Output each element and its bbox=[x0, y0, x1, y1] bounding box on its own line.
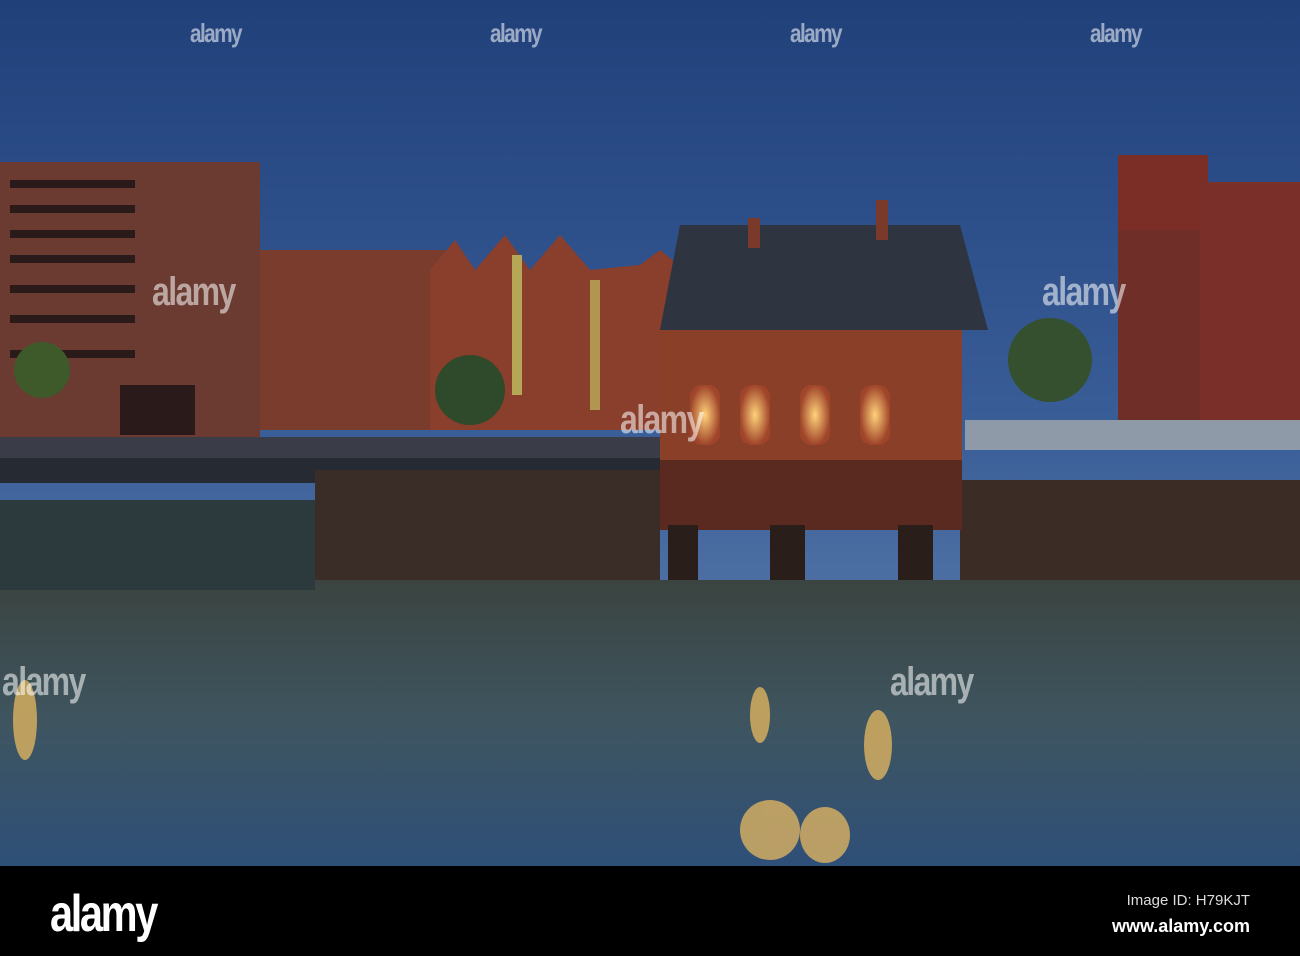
canal-water bbox=[0, 580, 1300, 866]
image-id: Image ID: H79KJT bbox=[1126, 892, 1250, 909]
watermark-text: alamy bbox=[2, 660, 86, 704]
watermark-text: alamy bbox=[890, 660, 974, 704]
footer-bar: alamy Image ID: H79KJT www.alamy.com bbox=[0, 866, 1300, 956]
warehouse-building bbox=[260, 250, 445, 430]
watermark-text: alamy bbox=[152, 270, 236, 314]
street bbox=[965, 420, 1300, 450]
stock-photo-page: alamy alamy alamy alamy alamy alamy alam… bbox=[0, 0, 1300, 956]
watermark-text: alamy bbox=[490, 18, 543, 48]
tree bbox=[1008, 318, 1092, 402]
tree bbox=[435, 355, 505, 425]
watermark-text: alamy bbox=[620, 398, 704, 442]
watermark-text: alamy bbox=[790, 18, 843, 48]
site-url[interactable]: www.alamy.com bbox=[1112, 916, 1250, 937]
watermark-text: alamy bbox=[1042, 270, 1126, 314]
watermark-text: alamy bbox=[190, 18, 243, 48]
tree bbox=[14, 342, 70, 398]
roof bbox=[660, 225, 988, 330]
watermark-text: alamy bbox=[1090, 18, 1143, 48]
alamy-logo[interactable]: alamy bbox=[50, 884, 158, 944]
